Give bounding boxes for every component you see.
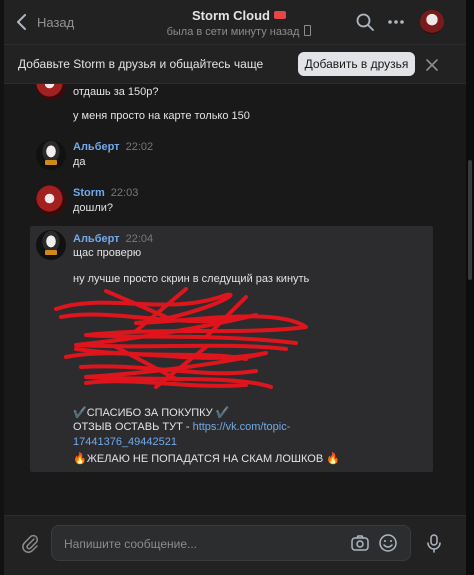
- message-header: Альберт 22:04: [73, 233, 153, 245]
- author-name[interactable]: Storm: [73, 187, 105, 199]
- message-list[interactable]: отдашь за 150р? у меня просто на карте т…: [4, 84, 466, 514]
- chat-title-text: Storm Cloud: [192, 8, 270, 23]
- more-options-icon[interactable]: [386, 12, 406, 32]
- message-text: ну лучше просто скрин в следущий раз кин…: [73, 273, 310, 285]
- chat-title: Storm Cloud: [144, 8, 334, 23]
- message-text: дошли?: [73, 202, 114, 214]
- mobile-phone-icon: [304, 25, 312, 36]
- message-input-box[interactable]: [51, 525, 411, 561]
- chat-window: Назад Storm Cloud была в сети минуту наз…: [4, 0, 466, 575]
- message-header: Альберт 22:02: [73, 141, 153, 153]
- search-icon[interactable]: [355, 12, 375, 32]
- author-name[interactable]: Альберт: [73, 141, 120, 153]
- scrollbar-thumb[interactable]: [468, 160, 472, 280]
- add-friend-button[interactable]: Добавить в друзья: [298, 52, 415, 76]
- contact-avatar[interactable]: [420, 10, 444, 34]
- author-name[interactable]: Альберт: [73, 233, 120, 245]
- premium-badge-icon: [274, 11, 286, 19]
- review-prefix: ОТЗЫВ ОСТАВЬ ТУТ -: [73, 421, 193, 433]
- message-text: щас проверю: [73, 247, 142, 259]
- paperclip-icon[interactable]: [20, 533, 40, 553]
- emoji-icon[interactable]: [378, 533, 398, 553]
- message-time: 22:04: [125, 233, 154, 245]
- avatar[interactable]: [36, 84, 66, 100]
- back-label: Назад: [37, 14, 75, 30]
- message-text: у меня просто на карте только 150: [73, 110, 250, 122]
- avatar[interactable]: [36, 140, 66, 170]
- wish-line: 🔥ЖЕЛАЮ НЕ ПОПАДАТСЯ НА СКАМ ЛОШКОВ 🔥: [73, 453, 340, 465]
- outer-scrollbar: [466, 0, 474, 574]
- back-button[interactable]: Назад: [16, 12, 74, 32]
- review-line: ОТЗЫВ ОСТАВЬ ТУТ - https://vk.com/topic-: [73, 421, 290, 433]
- message-text: отдашь за 150р?: [73, 86, 159, 98]
- thanks-line: ✔️СПАСИБО ЗА ПОКУПКУ ✔️: [73, 407, 230, 419]
- message-time: 22:02: [125, 141, 154, 153]
- chevron-left-icon: [17, 14, 26, 30]
- message-time: 22:03: [110, 187, 139, 199]
- chat-title-block[interactable]: Storm Cloud была в сети минуту назад: [144, 8, 334, 38]
- microphone-icon[interactable]: [424, 533, 444, 553]
- avatar[interactable]: [36, 230, 66, 260]
- red-redaction-scribble: [54, 287, 308, 389]
- add-friend-text: Добавьте Storm в друзья и общайтесь чаще: [18, 57, 264, 71]
- review-link[interactable]: https://vk.com/topic-: [193, 421, 291, 433]
- camera-icon[interactable]: [350, 533, 370, 553]
- message-text: да: [73, 156, 86, 168]
- message-composer: [4, 515, 466, 575]
- chat-header: Назад Storm Cloud была в сети минуту наз…: [4, 0, 466, 45]
- message-input[interactable]: [62, 533, 336, 555]
- close-icon[interactable]: [424, 57, 440, 73]
- online-status: была в сети минуту назад: [144, 25, 334, 38]
- message-header: Storm 22:03: [73, 187, 138, 199]
- online-status-text: была в сети минуту назад: [166, 26, 300, 38]
- review-line-cont: 17441376_49442521: [73, 436, 177, 448]
- add-friend-banner: Добавьте Storm в друзья и общайтесь чаще…: [4, 45, 466, 84]
- avatar[interactable]: [36, 185, 66, 215]
- review-link-cont[interactable]: 17441376_49442521: [73, 436, 177, 448]
